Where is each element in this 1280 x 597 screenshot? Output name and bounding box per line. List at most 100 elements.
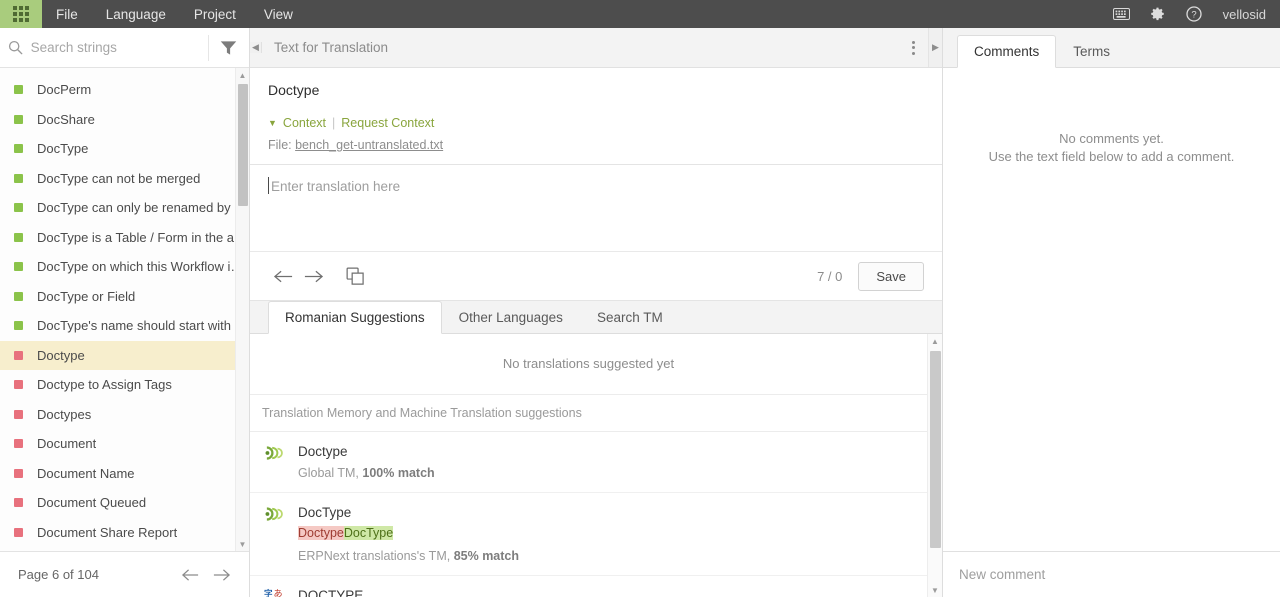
tm-suggestion-diff: DoctypeDocType: [298, 526, 394, 540]
tm-suggestion-source: ERPNext translations's TM,: [298, 549, 451, 563]
state-untranslated-icon: [14, 439, 23, 449]
help-icon[interactable]: ?: [1183, 3, 1205, 25]
string-list-item[interactable]: Doctype: [0, 340, 249, 370]
tm-suggestion-row[interactable]: 字あaDOCTYPEMicrosoft Translator: [250, 576, 927, 597]
weblate-icon: [264, 444, 298, 480]
menu-file[interactable]: File: [42, 0, 92, 28]
copy-source-icon[interactable]: [340, 261, 370, 291]
state-translated-icon: [14, 321, 23, 331]
string-list-item[interactable]: Document Queued: [0, 488, 249, 518]
editor-toolbar: 7 / 0 Save: [250, 252, 942, 301]
context-toggle[interactable]: Context: [283, 116, 326, 130]
string-list-item[interactable]: Document: [0, 429, 249, 459]
comments-empty-line2: Use the text field below to add a commen…: [988, 148, 1235, 164]
svg-text:?: ?: [1191, 10, 1196, 21]
prev-page-button[interactable]: [181, 568, 200, 582]
suggestions-scrollbar[interactable]: ▲ ▼: [927, 334, 942, 597]
tm-suggestion-meta: Global TM, 100% match: [298, 466, 927, 480]
suggestions-scroll-area: No translations suggested yet Translatio…: [250, 334, 927, 597]
new-comment-input[interactable]: [959, 567, 1264, 582]
string-list-item[interactable]: DocType: [0, 134, 249, 164]
search-input[interactable]: [30, 40, 208, 55]
string-list-item-label: Document: [37, 436, 97, 452]
context-row: ▼ Context | Request Context: [268, 116, 924, 130]
suggestions-scroll-thumb[interactable]: [930, 351, 941, 548]
string-list-item[interactable]: DocType on which this Workflow is a...: [0, 252, 249, 282]
sidebar-scrollbar[interactable]: ▲ ▼: [235, 68, 249, 551]
gear-icon[interactable]: [1147, 3, 1169, 25]
username-label[interactable]: vellosid: [1219, 7, 1266, 22]
state-untranslated-icon: [14, 468, 23, 478]
page-label: Page 6 of 104: [18, 567, 99, 582]
state-translated-icon: [14, 232, 23, 242]
suggestion-tab[interactable]: Other Languages: [442, 301, 580, 334]
chevron-left-icon[interactable]: ◀: [250, 42, 262, 53]
translation-input[interactable]: Enter translation here: [250, 164, 942, 252]
string-list-item[interactable]: Document Share Report: [0, 518, 249, 548]
string-list-item[interactable]: DocType is a Table / Form in the app...: [0, 223, 249, 253]
chevron-right-icon[interactable]: ▶: [928, 28, 942, 67]
tm-suggestion-body: Doctype Global TM, 100% match: [298, 444, 927, 480]
file-link[interactable]: bench_get-untranslated.txt: [295, 138, 443, 152]
tm-suggestion-match: 85% match: [453, 549, 520, 563]
next-page-button[interactable]: [212, 568, 231, 582]
string-list-item-label: DocType can not be merged: [37, 170, 201, 186]
suggestion-tabs: Romanian Suggestions Other Languages Searc…: [250, 301, 942, 334]
scroll-up-arrow[interactable]: ▲: [236, 68, 249, 82]
string-list-item[interactable]: Doctypes: [0, 400, 249, 430]
menu-view[interactable]: View: [250, 0, 307, 28]
caret-down-icon[interactable]: ▼: [268, 118, 277, 128]
tm-suggestion-meta: ERPNext translations's TM, 85% match: [298, 549, 927, 563]
string-list-item[interactable]: DocType can not be merged: [0, 164, 249, 194]
string-list-item-label: Document Queued: [37, 495, 147, 511]
state-untranslated-icon: [14, 380, 23, 390]
suggestion-tab[interactable]: Romanian Suggestions: [268, 301, 442, 334]
filter-icon[interactable]: [207, 34, 249, 61]
file-row: File: bench_get-untranslated.txt: [268, 138, 924, 164]
tm-suggestion-row[interactable]: Doctype Global TM, 100% match: [250, 432, 927, 493]
string-list-item[interactable]: Document Name: [0, 459, 249, 489]
apps-grid-icon[interactable]: [0, 0, 42, 28]
svg-text:字: 字: [264, 588, 273, 597]
string-list-item[interactable]: DocShare: [0, 105, 249, 135]
string-list-item[interactable]: DocPerm: [0, 75, 249, 105]
translation-placeholder: Enter translation here: [271, 179, 401, 194]
translation-editor: ◀ Text for Translation ▶ Doctype ▼ Conte…: [250, 28, 942, 597]
no-suggestions-message: No translations suggested yet: [250, 334, 927, 395]
string-list-item[interactable]: Doctype to Assign Tags: [0, 370, 249, 400]
string-list-item-label: DocType: [37, 141, 89, 157]
save-button[interactable]: Save: [858, 261, 924, 291]
scroll-down-arrow[interactable]: ▼: [236, 537, 249, 551]
next-string-button[interactable]: [298, 261, 328, 291]
source-text: Doctype: [268, 82, 320, 98]
tm-suggestion-row[interactable]: DocType DoctypeDocType ERPNext translation…: [250, 493, 927, 576]
strings-sidebar: DocPerm DocShare DocType DocType can not be…: [0, 28, 250, 597]
keyboard-icon[interactable]: [1111, 3, 1133, 25]
pagination-controls: [181, 568, 231, 582]
previous-string-button[interactable]: [268, 261, 298, 291]
menu-project[interactable]: Project: [180, 0, 250, 28]
state-untranslated-icon: [14, 350, 23, 360]
topbar-right-group: ? vellosid: [1111, 0, 1280, 28]
suggestions-scroll-down[interactable]: ▼: [928, 583, 942, 597]
comments-panel-tab[interactable]: Terms: [1056, 35, 1127, 68]
string-list-item[interactable]: DocType's name should start with a ...: [0, 311, 249, 341]
suggestion-tab[interactable]: Search TM: [580, 301, 680, 334]
suggestions-scroll-up[interactable]: ▲: [928, 334, 942, 348]
kebab-menu-icon[interactable]: [898, 40, 928, 55]
request-context-link[interactable]: Request Context: [341, 116, 434, 130]
sidebar-scroll-thumb[interactable]: [238, 84, 248, 206]
string-list-item[interactable]: DocType can only be renamed by A...: [0, 193, 249, 223]
strings-list[interactable]: DocPerm DocShare DocType DocType can not be…: [0, 68, 249, 551]
state-translated-icon: [14, 144, 23, 154]
menu-language[interactable]: Language: [92, 0, 180, 28]
editor-title: Text for Translation: [274, 40, 389, 55]
string-list-item-label: Document Share Report: [37, 524, 178, 540]
tm-suggestion-body: DOCTYPEMicrosoft Translator: [298, 588, 927, 597]
comments-panel-tab[interactable]: Comments: [957, 35, 1057, 68]
state-translated-icon: [14, 203, 23, 213]
string-list-item-label: Doctypes: [37, 406, 92, 422]
string-list-item[interactable]: DocType or Field: [0, 282, 249, 312]
state-untranslated-icon: [14, 527, 23, 537]
diff-deleted-text: Doctype: [298, 526, 344, 540]
